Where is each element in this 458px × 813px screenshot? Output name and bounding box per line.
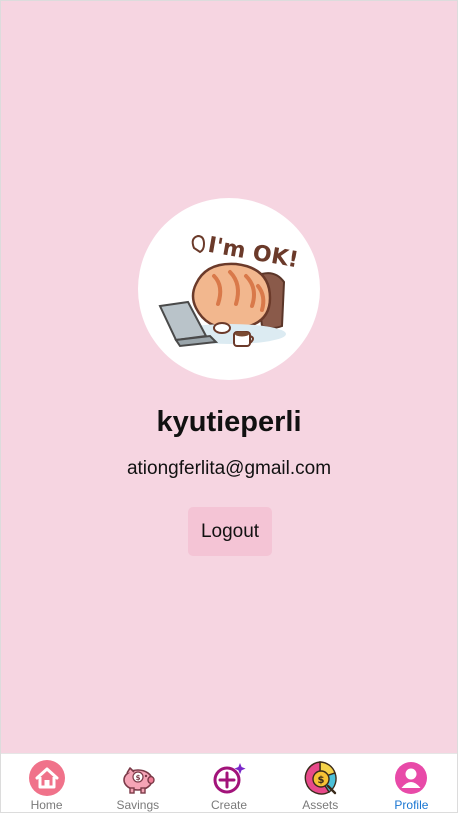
tab-savings-label: Savings bbox=[116, 798, 160, 812]
tab-home-label: Home bbox=[30, 798, 63, 812]
avatar: I'm OK! bbox=[138, 198, 320, 380]
tab-savings[interactable]: $ Savings bbox=[92, 754, 183, 812]
app-frame: I'm OK! kyutieperli ationgferlita@gmail.… bbox=[0, 0, 458, 813]
tab-home[interactable]: Home bbox=[1, 754, 92, 812]
tab-assets-label: Assets bbox=[302, 798, 339, 812]
profile-email: ationgferlita@gmail.com bbox=[126, 458, 332, 479]
create-plus-icon bbox=[210, 759, 248, 797]
piggy-bank-icon: $ bbox=[119, 759, 157, 797]
svg-text:$: $ bbox=[135, 774, 140, 782]
profile-screen: I'm OK! kyutieperli ationgferlita@gmail.… bbox=[1, 1, 457, 753]
svg-text:$: $ bbox=[318, 775, 325, 786]
cat-on-laptop-sticker-icon: I'm OK! bbox=[158, 233, 300, 348]
profile-username: kyutieperli bbox=[156, 406, 302, 438]
tab-assets[interactable]: $ Assets bbox=[275, 754, 366, 812]
tab-profile-label: Profile bbox=[394, 798, 429, 812]
home-icon bbox=[28, 759, 66, 797]
profile-icon bbox=[392, 759, 430, 797]
assets-chart-icon: $ bbox=[301, 759, 339, 797]
bottom-tab-bar: Home $ Savings Create $ Assets Profile bbox=[1, 753, 457, 812]
logout-button[interactable]: Logout bbox=[188, 507, 272, 556]
tab-profile[interactable]: Profile bbox=[366, 754, 457, 812]
tab-create[interactable]: Create bbox=[183, 754, 274, 812]
tab-create-label: Create bbox=[210, 798, 248, 812]
